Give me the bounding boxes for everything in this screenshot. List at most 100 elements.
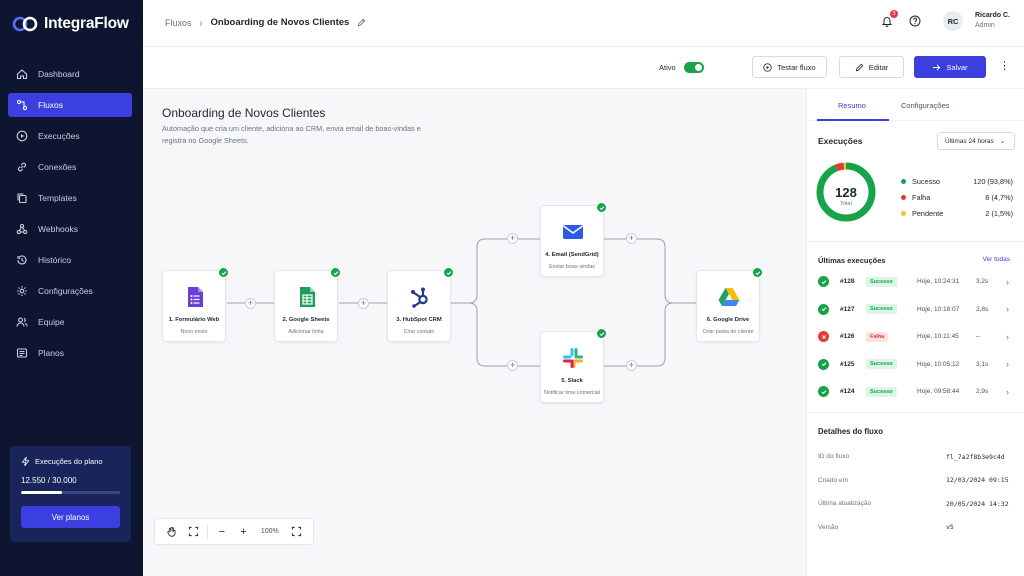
list-item[interactable]: #125 Sucesso Hoje, 10:05:12 3,1s › — [807, 351, 1024, 379]
status-badge: Sucesso — [866, 386, 897, 397]
pencil-icon[interactable] — [357, 18, 366, 27]
node-title: 4. Email (SendGrid) — [545, 252, 599, 258]
summary-panel: Resumo Configurações Execuções Últimas 2… — [806, 89, 1024, 576]
chevron-right-icon: › — [1006, 386, 1009, 397]
section-divider — [807, 412, 1024, 413]
list-item[interactable]: #127 Sucesso Hoje, 10:18:07 2,8s › — [807, 296, 1024, 324]
play-circle-icon — [16, 130, 28, 142]
flow-node-email-sendgrid[interactable]: 4. Email (SendGrid) Enviar boas-vindas — [540, 202, 607, 277]
zoom-divider — [207, 524, 209, 539]
webhook-icon — [16, 223, 28, 235]
node-subtitle: Criar contato — [403, 329, 435, 335]
sidebar-item-label: Configurações — [38, 286, 93, 296]
hubspot-icon — [411, 287, 428, 308]
add-step-button[interactable]: + — [507, 360, 518, 371]
test-flow-button[interactable]: Testar fluxo — [752, 56, 827, 78]
home-icon — [16, 69, 28, 80]
success-icon — [818, 276, 829, 288]
email-icon — [563, 225, 583, 239]
fit-view-icon[interactable] — [183, 521, 205, 543]
legend-item: Sucesso 120 (93,8%) — [901, 173, 1013, 189]
recent-executions-list: #128 Sucesso Hoje, 10:24:31 3,2s › #127 … — [807, 268, 1024, 406]
notifications-button[interactable]: 3 — [879, 10, 898, 29]
fullscreen-icon[interactable] — [285, 521, 307, 543]
sidebar-item-historico[interactable]: Histórico — [8, 248, 132, 272]
avatar[interactable]: RC — [942, 11, 963, 31]
user-info[interactable]: Ricardo C. Admin — [975, 11, 1010, 31]
active-toggle[interactable] — [683, 62, 704, 73]
flow-node-hubspot[interactable]: 3. HubSpot CRM Criar contato — [387, 267, 454, 342]
sidebar-item-webhooks[interactable]: Webhooks — [8, 217, 132, 241]
help-icon — [909, 15, 921, 27]
sidebar-item-execucoes[interactable]: Execuções — [8, 124, 132, 148]
edit-button[interactable]: Editar — [839, 56, 904, 78]
flow-node-web-form[interactable]: 1. Formulário Web Novo envio — [162, 267, 229, 342]
add-step-button[interactable]: + — [358, 298, 369, 309]
pencil-icon — [855, 63, 864, 71]
status-badge: Falha — [866, 331, 889, 342]
list-item[interactable]: #124 Sucesso Hoje, 09:58:44 2,9s › — [807, 378, 1024, 406]
list-item[interactable]: #126 Falha Hoje, 10:11:45 – › — [807, 323, 1024, 351]
zoom-out-button[interactable]: − — [211, 521, 233, 543]
chevron-right-icon: › — [1006, 359, 1009, 370]
sidebar-item-equipe[interactable]: Equipe — [8, 310, 132, 334]
active-toggle-wrap: Ativo — [659, 62, 704, 73]
tab-configuracoes[interactable]: Configurações — [901, 101, 949, 110]
execution-id: #128 — [840, 278, 855, 286]
period-select[interactable]: Últimas 24 horas ⌄ — [937, 132, 1015, 150]
add-step-button[interactable]: + — [507, 233, 518, 244]
node-subtitle: Notificar time comercial — [543, 390, 600, 396]
flow-node-google-sheets[interactable]: 2. Google Sheets Adicionar linha — [274, 267, 341, 342]
legend-value: 120 (93,8%) — [973, 176, 1013, 186]
hand-tool-icon[interactable] — [161, 521, 183, 543]
execution-duration: 2,9s — [976, 388, 989, 396]
plan-title: Execuções do plano — [21, 457, 120, 466]
check-icon — [330, 267, 341, 278]
sidebar-item-label: Fluxos — [38, 100, 64, 110]
add-step-button[interactable]: + — [626, 233, 637, 244]
see-all-link[interactable]: Ver todas — [983, 256, 1010, 263]
lightning-icon — [21, 457, 30, 466]
success-icon — [818, 358, 829, 370]
sidebar-item-dashboard[interactable]: Dashboard — [8, 62, 132, 86]
sidebar-item-fluxos[interactable]: Fluxos — [8, 93, 132, 117]
brand[interactable]: IntegraFlow — [12, 12, 129, 36]
sidebar-item-configuracoes[interactable]: Configurações — [8, 279, 132, 303]
sidebar-item-label: Webhooks — [38, 224, 79, 234]
plan-usage-bar — [21, 491, 120, 494]
execution-duration: 3,1s — [976, 360, 989, 368]
save-button[interactable]: Salvar — [914, 56, 986, 78]
slack-icon — [563, 348, 583, 368]
legend-value: 6 (4,7%) — [985, 192, 1013, 202]
legend-dot — [901, 178, 906, 184]
view-plans-button[interactable]: Ver planos — [21, 506, 120, 528]
breadcrumb-root[interactable]: Fluxos — [165, 18, 192, 28]
sidebar-item-templates[interactable]: Templates — [8, 186, 132, 210]
edge-3-5 — [451, 302, 540, 367]
chevron-right-icon: › — [199, 17, 203, 28]
check-icon — [218, 267, 229, 278]
sidebar-item-label: Dashboard — [38, 69, 80, 79]
gear-icon — [17, 286, 27, 296]
sidebar-item-conexoes[interactable]: Conexões — [8, 155, 132, 179]
flow-canvas[interactable]: Onboarding de Novos Clientes Automação q… — [143, 89, 806, 576]
sidebar-item-planos[interactable]: Planos — [8, 341, 132, 365]
executions-total: 128 — [835, 185, 857, 200]
detail-label: Criado em — [818, 476, 848, 484]
list-item[interactable]: #128 Sucesso Hoje, 10:24:31 3,2s › — [807, 268, 1024, 296]
more-options-icon[interactable]: ⋮ — [999, 61, 1010, 72]
legend-label: Sucesso — [912, 176, 940, 186]
help-button[interactable] — [907, 13, 923, 29]
chevron-right-icon: › — [1006, 304, 1009, 315]
flow-node-google-drive[interactable]: 6. Google Drive Criar pasta do cliente — [696, 267, 763, 342]
flow-node-slack[interactable]: 5. Slack Notificar time comercial — [540, 328, 607, 403]
zoom-in-button[interactable]: + — [233, 521, 255, 543]
tab-resumo[interactable]: Resumo — [838, 101, 866, 110]
failure-icon — [818, 331, 829, 343]
node-subtitle: Criar pasta do cliente — [702, 329, 754, 335]
add-step-button[interactable]: + — [626, 360, 637, 371]
sidebar-item-label: Histórico — [38, 255, 72, 265]
chevron-down-icon: ⌄ — [999, 138, 1006, 145]
add-step-button[interactable]: + — [245, 298, 256, 309]
test-flow-label: Testar fluxo — [777, 62, 816, 72]
